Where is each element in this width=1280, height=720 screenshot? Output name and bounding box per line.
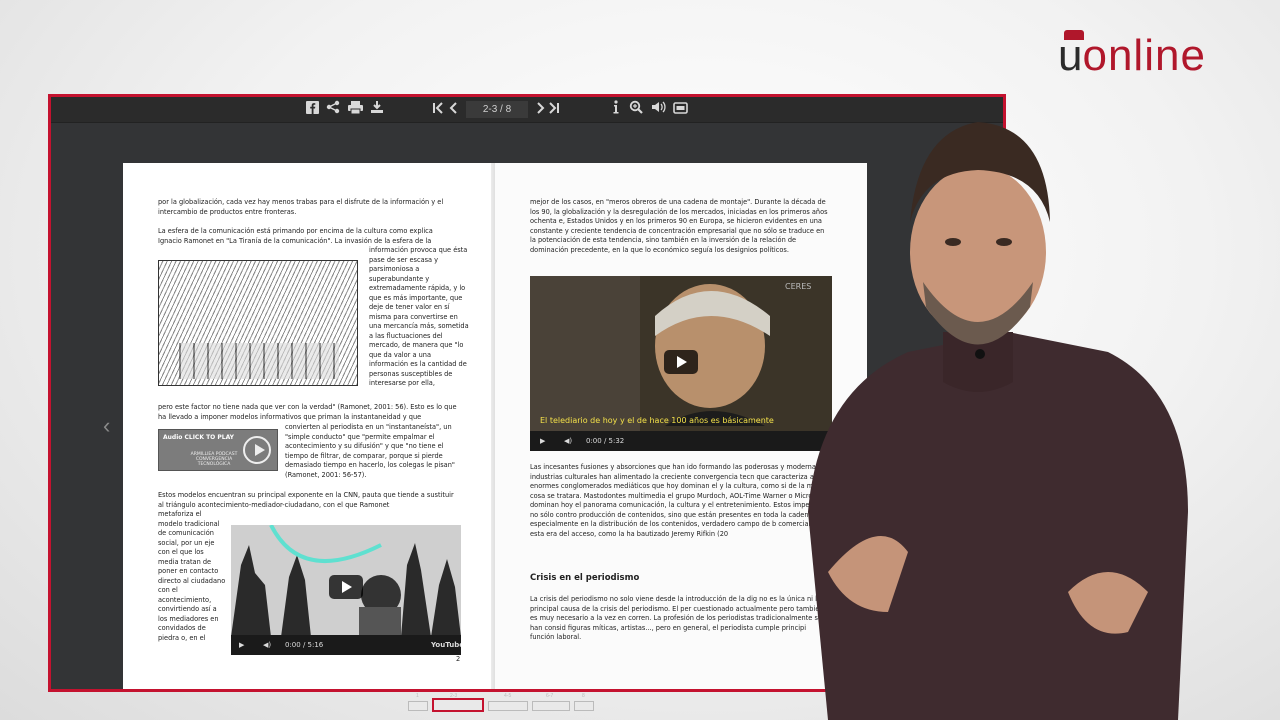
left-para-4: pero este factor no tiene nada que ver c… [158,403,457,421]
thumbnail-strip: 1 2-3 4-5 6-7 8 [406,693,666,712]
audio-play-icon[interactable] [243,436,271,464]
control-volume-icon[interactable]: ◀) [564,431,572,451]
uonline-logo: u online [1058,28,1206,78]
thumbnail-4-5[interactable] [488,701,528,711]
page-number: 2 [456,655,461,663]
presenter-video-overlay [808,122,1188,720]
print-icon[interactable] [346,100,364,118]
thumbnail-1[interactable] [408,701,428,711]
info-icon[interactable] [607,100,625,118]
left-para-3: información provoca que ésta pase de ser… [369,246,469,387]
thumb-label-1: 1 [416,693,419,699]
logo-u: u [1058,30,1084,78]
last-page-icon[interactable] [545,100,563,118]
audio-subtitle: ARMILLIEA PODCAST CONVERGENCIA TECNOLÓGI… [190,452,238,467]
thumbnail-8[interactable] [574,701,594,711]
control-volume-icon[interactable]: ◀) [263,635,271,655]
puppet-illustration [158,260,358,386]
left-para-7: metaforiza el modelo tradicional de comu… [158,510,226,642]
prev-arrow-icon[interactable]: ‹ [103,413,110,439]
video-time: 0:00 / 5:16 [285,641,324,649]
control-play-icon[interactable]: ▶ [540,431,545,451]
facebook-icon[interactable] [303,100,321,118]
zoom-icon[interactable] [627,100,645,118]
video-play-icon[interactable] [664,350,698,374]
download-icon[interactable] [368,100,386,118]
left-para-1: por la globalización, cada vez hay menos… [158,198,444,216]
youtube-icon[interactable]: YouTube [431,635,461,655]
video-play-icon[interactable] [329,575,363,599]
sound-icon[interactable] [649,100,667,118]
prev-page-icon[interactable] [445,100,463,118]
crown-icon [1064,30,1084,40]
page-indicator[interactable]: 2-3 / 8 [466,101,528,118]
logo-online-text: online [1082,31,1206,80]
left-para-6: Estos modelos encuentran su principal ex… [158,491,454,509]
left-para-2: La esfera de la comunicación está priman… [158,227,433,245]
thumb-label-5: 8 [582,693,585,699]
left-page: por la globalización, cada vez hay menos… [123,163,495,689]
left-video-player[interactable]: ▶ ◀) 0:00 / 5:16 YouTube [231,525,461,655]
audio-label: Audio CLICK TO PLAY [163,434,234,441]
video-caption: El telediario de hoy y el de hace 100 añ… [540,416,774,425]
left-para-5: convierten al periodista en un "instanta… [285,423,455,479]
thumbnail-2-3[interactable] [432,698,484,712]
fullscreen-icon[interactable] [671,100,689,118]
video-time: 0:00 / 5:32 [586,437,625,445]
audio-player[interactable]: Audio CLICK TO PLAY ARMILLIEA PODCAST CO… [158,429,278,471]
thumb-label-4: 6-7 [546,693,554,699]
video-controls[interactable]: ▶ ◀) 0:00 / 5:16 YouTube [231,635,461,655]
thumbnail-6-7[interactable] [532,701,570,711]
share-icon[interactable] [324,100,342,118]
thumb-label-3: 4-5 [504,693,512,699]
control-play-icon[interactable]: ▶ [239,635,244,655]
